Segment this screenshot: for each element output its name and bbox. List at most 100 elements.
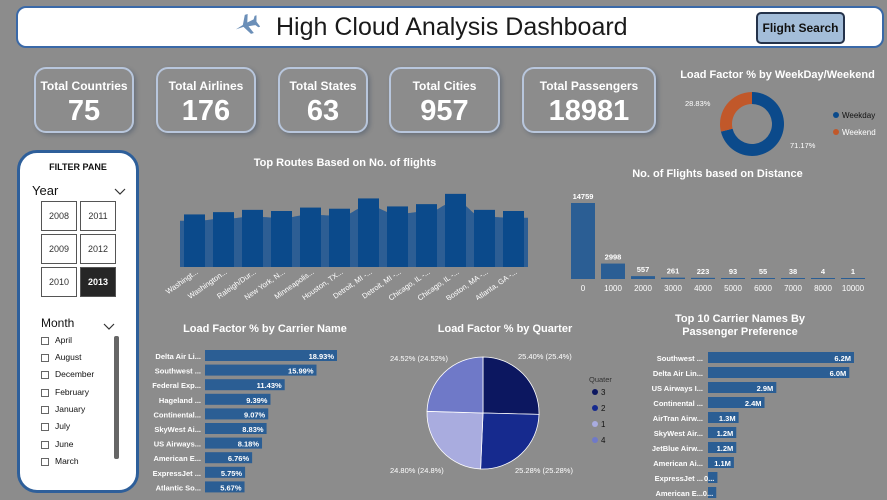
distance-tick-label: 7000 <box>784 284 802 293</box>
chevron-down-icon[interactable] <box>103 318 115 336</box>
airplane-icon <box>232 12 261 43</box>
route-bar[interactable] <box>329 208 350 267</box>
distance-value-label: 261 <box>667 267 680 276</box>
legend-weekend: Weekend <box>842 128 876 137</box>
bar-value-label: 0... <box>703 489 713 498</box>
month-item-august[interactable]: August <box>41 350 81 364</box>
route-bar[interactable] <box>300 207 321 267</box>
donut-slice-weekend[interactable] <box>720 92 752 132</box>
route-bar[interactable] <box>474 209 495 267</box>
checkbox[interactable] <box>41 422 49 431</box>
weekday-donut-chart: 28.83% 71.17% Weekday Weekend <box>685 92 876 156</box>
year-tile-2008[interactable]: 2008 <box>41 201 77 231</box>
checkbox[interactable] <box>41 440 49 449</box>
month-item-april[interactable]: April <box>41 333 72 347</box>
bar-category-label: US Airways... <box>154 440 201 449</box>
route-bar[interactable] <box>387 206 408 267</box>
kpi-total-passengers: Total Passengers 18981 <box>522 67 656 133</box>
bar-category-label: US Airways I... <box>652 384 703 393</box>
distance-tick-label: 5000 <box>724 284 742 293</box>
filter-pane-title: FILTER PANE <box>49 162 107 172</box>
carrier-lf-chart: Delta Air Li... 18.93% Southwest ... 15.99%… <box>152 350 337 493</box>
year-tile-2011[interactable]: 2011 <box>80 201 116 231</box>
month-item-december[interactable]: December <box>41 367 94 381</box>
pie-slice-q2[interactable] <box>480 412 540 470</box>
route-bar[interactable] <box>503 211 524 267</box>
checkbox[interactable] <box>41 336 49 345</box>
distance-value-label: 38 <box>789 267 797 276</box>
distance-bar[interactable] <box>751 278 775 279</box>
month-item-january[interactable]: January <box>41 402 85 416</box>
bar-category-label: AirTran Airw... <box>653 414 703 423</box>
route-bar[interactable] <box>416 204 437 267</box>
bar-value-label: 11.43% <box>257 381 282 390</box>
bar-value-label: 2.4M <box>745 399 762 408</box>
year-slicer-label: Year <box>32 183 59 198</box>
month-scrollbar[interactable] <box>114 336 119 459</box>
distance-tick-label: 4000 <box>694 284 712 293</box>
month-item-march[interactable]: March <box>41 454 79 468</box>
kpi-total-states: Total States 63 <box>278 67 368 133</box>
route-bar[interactable] <box>184 214 205 267</box>
bar-value-label: 8.18% <box>238 440 260 449</box>
quarter-value-label-1: 24.80% (24.8%) <box>390 466 444 475</box>
distance-bar[interactable] <box>841 278 865 279</box>
month-item-february[interactable]: February <box>41 385 89 399</box>
distance-value-label: 4 <box>821 267 826 276</box>
bar-value-label: 0... <box>704 474 714 483</box>
kpi-label: Total Airlines <box>168 79 244 93</box>
chevron-down-icon[interactable] <box>114 183 126 201</box>
distance-bar[interactable] <box>631 276 655 279</box>
distance-bar[interactable] <box>721 278 745 279</box>
legend-weekday: Weekday <box>842 111 875 120</box>
month-slicer-label: Month <box>41 316 75 330</box>
pie-slice-q1[interactable] <box>426 410 484 470</box>
distance-bar[interactable] <box>781 278 805 279</box>
kpi-label: Total Cities <box>412 79 477 93</box>
distance-bar[interactable] <box>811 278 835 279</box>
bar[interactable] <box>708 352 854 363</box>
distance-bar[interactable] <box>661 277 685 279</box>
route-bar[interactable] <box>271 211 292 267</box>
legend-swatch-weekday <box>833 112 839 118</box>
checkbox[interactable] <box>41 457 49 466</box>
checkbox[interactable] <box>41 353 49 362</box>
kpi-value: 63 <box>306 95 340 127</box>
flight-search-button[interactable]: Flight Search <box>756 12 845 44</box>
bar[interactable] <box>708 367 850 378</box>
route-bar[interactable] <box>213 212 234 267</box>
kpi-value: 176 <box>181 95 231 127</box>
routes-chart: Washingt...Washington...Raleigh/Dur...Ne… <box>164 193 528 300</box>
bar-category-label: Continental... <box>154 410 202 419</box>
distance-value-label: 14759 <box>573 192 594 201</box>
quarter-value-label-2: 25.28% (25.28%) <box>515 466 573 475</box>
distance-bar[interactable] <box>691 277 715 279</box>
checkbox[interactable] <box>41 370 49 379</box>
route-bar[interactable] <box>358 198 379 267</box>
year-tile-2009[interactable]: 2009 <box>41 234 77 264</box>
routes-chart-title: Top Routes Based on No. of flights <box>253 157 437 169</box>
distance-value-label: 55 <box>759 267 767 276</box>
weekday-chart-title: Load Factor % by WeekDay/Weekend <box>680 69 875 81</box>
year-tile-2010[interactable]: 2010 <box>41 267 77 297</box>
bar-value-label: 6.2M <box>834 354 851 363</box>
bar-value-label: 2.9M <box>757 384 774 393</box>
bar-value-label: 1.2M <box>717 444 734 453</box>
year-tile-2012[interactable]: 2012 <box>80 234 116 264</box>
month-item-june[interactable]: June <box>41 437 73 451</box>
pie-slice-q4[interactable] <box>426 356 484 414</box>
quarter-legend-item: 3 <box>601 388 606 397</box>
distance-value-label: 557 <box>637 265 650 274</box>
year-tile-2013[interactable]: 2013 <box>80 267 116 297</box>
quarter-legend-item: 4 <box>601 436 606 445</box>
distance-bar[interactable] <box>601 263 625 279</box>
distance-bar[interactable] <box>571 203 595 279</box>
month-item-july[interactable]: July <box>41 419 70 433</box>
filter-pane: FILTER PANE Year 2008 2011 2009 2012 201… <box>17 150 139 493</box>
route-bar[interactable] <box>242 209 263 267</box>
checkbox[interactable] <box>41 405 49 414</box>
kpi-label: Total States <box>289 79 357 93</box>
route-bar[interactable] <box>445 193 466 267</box>
checkbox[interactable] <box>41 388 49 397</box>
pie-slice-q3[interactable] <box>482 356 540 415</box>
